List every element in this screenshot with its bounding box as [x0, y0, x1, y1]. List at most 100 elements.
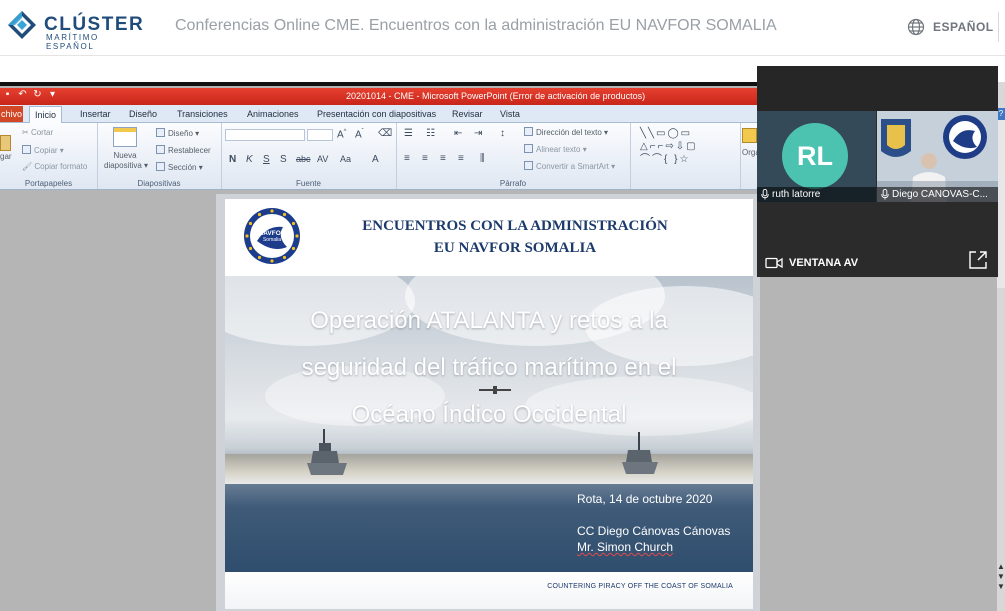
slide-footer-text: COUNTERING PIRACY OFF THE COAST OF SOMAL… [547, 583, 733, 590]
section-label: Sección [168, 163, 197, 172]
line-spacing-icon[interactable]: ↕ [500, 128, 505, 139]
slide-speaker-1: CC Diego Cánovas Cánovas [577, 524, 731, 538]
current-slide[interactable]: EU NAVFOR Somalia ENCUENTROS CON LA ADMI… [225, 199, 753, 609]
scissors-icon: ✂ [22, 128, 31, 137]
cut-button[interactable]: ✂ Cortar [22, 128, 53, 138]
smartart-icon [524, 161, 533, 170]
video-panel: RL ruth latorre Diego CANOVAS-C... VENTA… [757, 66, 998, 277]
tab-vista[interactable]: Vista [500, 107, 520, 121]
shadow-button[interactable]: S [280, 154, 287, 165]
arrange-label: Orga [742, 148, 760, 157]
tab-animaciones[interactable]: Animaciones [247, 107, 299, 121]
cluster-logo[interactable]: CLÚSTER MARÍTIMO ESPAÑOL [6, 8, 143, 51]
ventana-av-label: VENTANA AV [789, 257, 859, 269]
vertical-scrollbar[interactable]: ? ▲ ▼ ▼ [997, 82, 1005, 611]
underline-button[interactable]: S [263, 154, 270, 165]
ship-left-icon [307, 429, 347, 475]
globe-icon [907, 18, 925, 36]
qat-dropdown-icon[interactable]: ▾ [47, 89, 58, 100]
tab-diseno[interactable]: Diseño [129, 107, 157, 121]
layout-button[interactable]: Diseño ▾ [156, 128, 199, 139]
tab-insertar[interactable]: Insertar [80, 107, 111, 121]
paste-icon [0, 135, 11, 151]
strikethrough-button[interactable]: abc [296, 154, 311, 164]
tab-transiciones[interactable]: Transiciones [177, 107, 228, 121]
scroll-arrows-icon[interactable]: ▲ ▼ ▼ [997, 562, 1005, 592]
ventana-av-button[interactable]: VENTANA AV [765, 255, 858, 271]
group-label-fuente: Fuente [296, 179, 321, 188]
group-dibujo: ╲╲▭◯▭ △⌐⌐⇨⇩▢ ⌒⌒{ }☆ [630, 123, 741, 189]
font-name-dropdown[interactable] [225, 129, 305, 141]
grow-font-icon[interactable]: A^ [337, 129, 347, 140]
microphone-icon [881, 189, 889, 200]
powerpoint-window-title: 20201014 - CME - Microsoft PowerPoint (E… [346, 91, 646, 101]
arrange-button[interactable]: Orga [742, 125, 760, 157]
paste-label: gar [0, 152, 12, 161]
font-size-dropdown[interactable] [307, 129, 333, 141]
section-button[interactable]: Sección ▾ [156, 162, 203, 173]
camera-icon [765, 257, 783, 269]
brush-icon: 🖌 [22, 162, 35, 171]
copy-button[interactable]: Copiar ▾ [22, 145, 64, 156]
logo-subtitle: MARÍTIMO ESPAÑOL [46, 33, 99, 51]
slide-title: Operación ATALANTA y retos a la segurida… [255, 297, 723, 438]
bold-button[interactable]: N [229, 154, 236, 165]
align-right-icon[interactable]: ≡ [440, 153, 446, 164]
numbering-icon[interactable]: ☷ [426, 128, 435, 139]
language-selector[interactable]: ESPAÑOL [907, 17, 994, 37]
group-label-diapositivas: Diapositivas [137, 179, 181, 188]
video-panel-header [757, 66, 998, 111]
font-color-button[interactable]: A [372, 154, 379, 165]
shapes-gallery[interactable]: ╲╲▭◯▭ △⌐⌐⇨⇩▢ ⌒⌒{ }☆ [640, 127, 735, 169]
cut-label: Cortar [30, 128, 54, 137]
align-text-button[interactable]: Alinear texto ▾ [524, 144, 587, 155]
tab-revisar[interactable]: Revisar [452, 107, 483, 121]
logo-text-somalia: Somalia [263, 237, 281, 243]
tab-inicio[interactable]: Inicio [29, 106, 63, 123]
layout-label: Diseño [168, 129, 193, 138]
microphone-icon [761, 189, 769, 200]
char-spacing-button[interactable]: AV [317, 154, 328, 164]
help-icon[interactable]: ? [997, 108, 1005, 120]
decrease-indent-icon[interactable]: ⇤ [454, 128, 462, 139]
header-divider [998, 12, 999, 42]
columns-icon[interactable]: ⫼ [480, 153, 485, 164]
undo-icon[interactable]: ↶ [17, 89, 28, 100]
arrange-icon [742, 128, 757, 143]
eu-navfor-logo: EU NAVFOR Somalia [244, 208, 300, 264]
text-direction-icon [524, 127, 533, 136]
format-painter-button[interactable]: 🖌 Copiar formato [22, 162, 87, 172]
copy-label: Copiar [34, 146, 58, 155]
tab-archivo[interactable]: chivo [0, 106, 23, 122]
redo-icon[interactable]: ↻ [32, 89, 43, 100]
expand-icon[interactable] [969, 251, 987, 269]
participant-name: Diego CANOVAS-C... [892, 189, 988, 200]
italic-button[interactable]: K [246, 154, 253, 165]
participant-name-bar: ruth latorre [757, 187, 876, 202]
save-icon[interactable]: ▪ [2, 89, 13, 100]
scrollbar-thumb[interactable] [997, 108, 1005, 288]
participant-tile-ruth[interactable]: RL ruth latorre [757, 111, 876, 202]
justify-icon[interactable]: ≡ [458, 153, 464, 164]
reset-button[interactable]: Restablecer [156, 145, 211, 156]
clear-format-icon[interactable]: ⌫ [378, 128, 392, 139]
participant-tile-diego[interactable]: Diego CANOVAS-C... [877, 111, 998, 202]
new-slide-button[interactable]: Nueva diapositiva ▾ [104, 127, 148, 171]
align-left-icon[interactable]: ≡ [404, 153, 410, 164]
bullets-icon[interactable]: ☰ [404, 128, 413, 139]
copy-icon [22, 145, 31, 154]
slide-title-line2: seguridad del tráfico marítimo en el [301, 354, 677, 381]
shrink-font-icon[interactable]: Aˇ [355, 129, 364, 140]
reset-label: Restablecer [168, 146, 211, 155]
smartart-button[interactable]: Convertir a SmartArt ▾ [524, 161, 615, 172]
avatar: RL [782, 123, 848, 189]
change-case-button[interactable]: Aa [340, 154, 351, 164]
increase-indent-icon[interactable]: ⇥ [474, 128, 482, 139]
video-panel-footer: VENTANA AV [757, 202, 998, 277]
new-slide-label-2: diapositiva [104, 161, 142, 170]
tab-presentacion[interactable]: Presentación con diapositivas [317, 107, 436, 121]
paste-button[interactable]: gar [0, 135, 12, 162]
smartart-label: Convertir a SmartArt [536, 162, 609, 171]
text-direction-button[interactable]: Dirección del texto ▾ [524, 127, 608, 138]
align-center-icon[interactable]: ≡ [422, 153, 428, 164]
